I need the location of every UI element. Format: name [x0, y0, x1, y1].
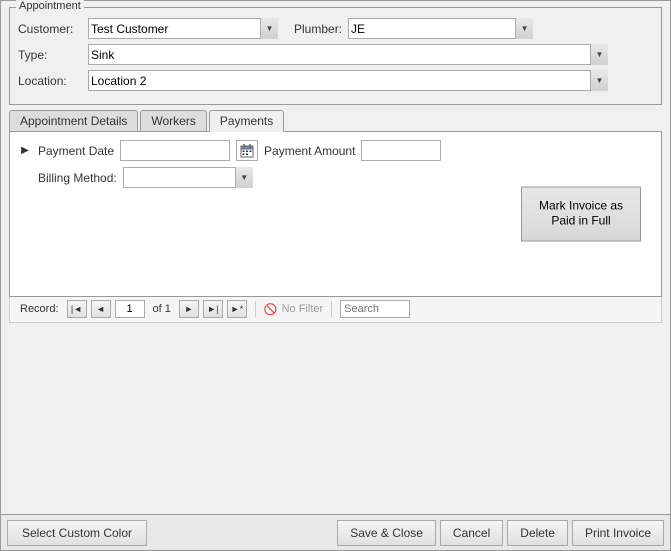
type-combo-wrapper: Sink ▼	[88, 44, 608, 65]
calendar-button[interactable]	[236, 140, 258, 161]
tab-payments[interactable]: Payments	[209, 110, 284, 132]
type-select[interactable]: Sink	[88, 44, 608, 65]
type-row: Type: Sink ▼	[18, 44, 653, 65]
payment-amount-label: Payment Amount	[264, 144, 355, 158]
main-window: Appointment Customer: Test Customer ▼ Pl…	[0, 0, 671, 551]
location-combo-wrapper: Location 2 ▼	[88, 70, 608, 91]
record-of-text: of 1	[149, 303, 175, 315]
billing-method-select[interactable]	[123, 167, 253, 188]
record-number-input[interactable]	[115, 300, 145, 318]
filter-icon: 🚫	[264, 303, 278, 316]
payment-date-amount-row: ▶ Payment Date Pay	[18, 140, 653, 161]
select-custom-color-button[interactable]: Select Custom Color	[7, 520, 147, 546]
nav-separator-2	[331, 301, 332, 317]
calendar-icon	[240, 144, 254, 158]
customer-plumber-row: Customer: Test Customer ▼ Plumber: JE ▼	[18, 18, 653, 39]
nav-prev-button[interactable]: ◄	[91, 300, 111, 318]
print-invoice-button[interactable]: Print Invoice	[572, 520, 664, 546]
tab-appointment-details[interactable]: Appointment Details	[9, 110, 138, 131]
search-input[interactable]	[340, 300, 410, 318]
navigation-bar: Record: |◄ ◄ of 1 ► ►| ►* 🚫 No Filter	[9, 297, 662, 323]
nav-new-button[interactable]: ►*	[227, 300, 247, 318]
location-row: Location: Location 2 ▼	[18, 70, 653, 91]
delete-button[interactable]: Delete	[507, 520, 568, 546]
tab-panel-payments: ▶ Payment Date Pay	[9, 131, 662, 297]
record-label: Record:	[16, 303, 63, 315]
plumber-select[interactable]: JE	[348, 18, 533, 39]
no-filter-text: No Filter	[282, 303, 324, 315]
nav-separator	[255, 301, 256, 317]
plumber-combo-wrapper: JE ▼	[348, 18, 533, 39]
customer-select[interactable]: Test Customer	[88, 18, 278, 39]
nav-filter: 🚫 No Filter	[264, 303, 323, 316]
billing-method-combo-wrapper: ▼	[123, 167, 253, 188]
nav-last-button[interactable]: ►|	[203, 300, 223, 318]
nav-next-button[interactable]: ►	[179, 300, 199, 318]
plumber-label: Plumber:	[294, 22, 342, 36]
payment-date-input[interactable]	[120, 140, 230, 161]
tab-bar: Appointment Details Workers Payments	[9, 109, 662, 131]
cancel-button[interactable]: Cancel	[440, 520, 503, 546]
location-select[interactable]: Location 2	[88, 70, 608, 91]
bottom-bar: Select Custom Color Save & Close Cancel …	[1, 514, 670, 550]
save-close-button[interactable]: Save & Close	[337, 520, 436, 546]
location-label: Location:	[18, 74, 88, 88]
customer-combo-wrapper: Test Customer ▼	[88, 18, 278, 39]
billing-method-row: Billing Method: ▼	[18, 167, 653, 188]
tab-panel-area: ▶ Payment Date Pay	[9, 131, 662, 323]
payment-amount-input[interactable]	[361, 140, 441, 161]
nav-first-button[interactable]: |◄	[67, 300, 87, 318]
mark-invoice-paid-button[interactable]: Mark Invoice as Paid in Full	[521, 186, 641, 241]
customer-label: Customer:	[18, 22, 88, 36]
tab-workers[interactable]: Workers	[140, 110, 206, 131]
record-indicator: ▶	[18, 144, 32, 158]
type-label: Type:	[18, 48, 88, 62]
appointment-group-label: Appointment	[16, 0, 84, 12]
tabs-container: Appointment Details Workers Payments	[9, 109, 662, 131]
billing-method-label: Billing Method:	[38, 171, 117, 185]
payment-date-label: Payment Date	[38, 144, 114, 158]
appointment-group: Appointment Customer: Test Customer ▼ Pl…	[9, 7, 662, 105]
